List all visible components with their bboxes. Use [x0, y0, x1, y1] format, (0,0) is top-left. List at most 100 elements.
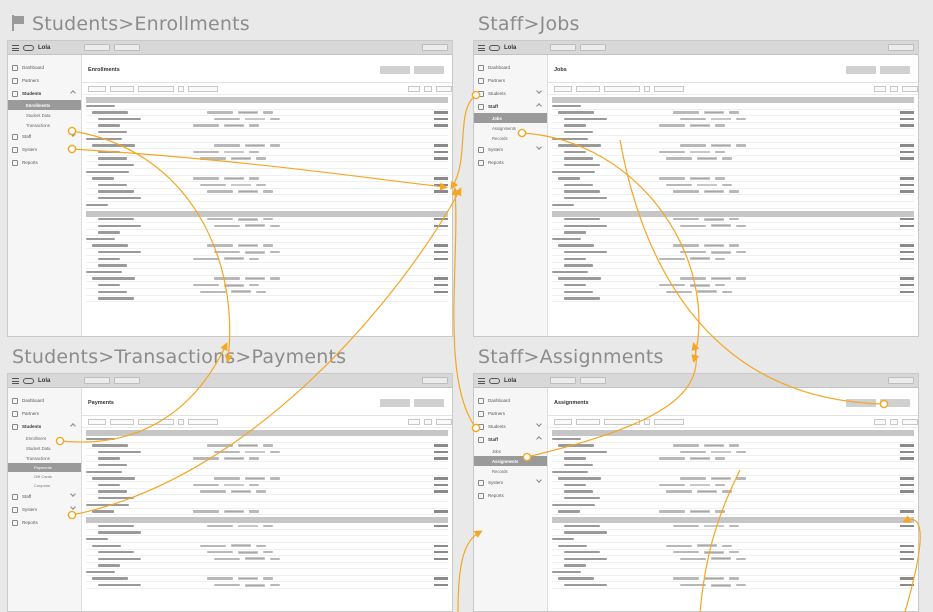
table-row[interactable]: [86, 129, 448, 136]
filter-control[interactable]: [576, 418, 600, 425]
sidebar-subitem-payments[interactable]: Payments: [8, 463, 81, 472]
table-row[interactable]: [86, 296, 448, 303]
table-row[interactable]: [552, 189, 914, 196]
table-row[interactable]: [552, 563, 914, 570]
table-row[interactable]: [86, 269, 448, 276]
filter-control[interactable]: [408, 85, 420, 92]
sidebar-item-partners[interactable]: Partners: [474, 74, 547, 87]
table-row[interactable]: [552, 495, 914, 502]
table-row[interactable]: [552, 129, 914, 136]
sidebar-item-students[interactable]: Students: [474, 87, 547, 100]
filter-control[interactable]: [436, 418, 452, 425]
topbar-button[interactable]: [114, 377, 141, 384]
menu-icon[interactable]: [478, 44, 485, 51]
table-row[interactable]: [552, 136, 914, 143]
sidebar-item-partners[interactable]: Partners: [8, 74, 81, 87]
table-row[interactable]: [552, 449, 914, 456]
table-row[interactable]: [552, 149, 914, 156]
filter-control[interactable]: [110, 418, 134, 425]
topbar-button[interactable]: [114, 44, 141, 51]
sidebar-item-students[interactable]: Students: [8, 87, 81, 100]
table-row[interactable]: [86, 156, 448, 163]
header-button[interactable]: [414, 399, 444, 407]
filter-control[interactable]: [408, 418, 420, 425]
header-button[interactable]: [846, 399, 876, 407]
table-row[interactable]: [86, 149, 448, 156]
filter-control[interactable]: [88, 85, 106, 92]
filter-control[interactable]: [178, 85, 184, 92]
table-row[interactable]: [552, 162, 914, 169]
table-row[interactable]: [552, 536, 914, 543]
table-row[interactable]: [552, 443, 914, 450]
table-row[interactable]: [86, 256, 448, 263]
table-row[interactable]: [552, 256, 914, 263]
sidebar-item-system[interactable]: System: [474, 143, 547, 156]
sidebar-subitem-records[interactable]: Records: [474, 133, 547, 143]
table-row[interactable]: [86, 289, 448, 296]
table-row[interactable]: [552, 223, 914, 230]
filter-control[interactable]: [874, 85, 886, 92]
table-row[interactable]: [86, 282, 448, 290]
table-row[interactable]: [86, 523, 448, 530]
filter-control[interactable]: [554, 85, 572, 92]
sidebar-subitem-gift-cards[interactable]: Gift Cards: [8, 472, 81, 481]
table-row[interactable]: [552, 436, 914, 443]
table-row[interactable]: [552, 556, 914, 563]
table-row[interactable]: [552, 123, 914, 130]
topbar-button[interactable]: [84, 377, 111, 384]
table-row[interactable]: [86, 236, 448, 243]
table-row[interactable]: [552, 569, 914, 576]
sidebar-item-reports[interactable]: Reports: [8, 156, 81, 169]
table-row[interactable]: [552, 576, 914, 583]
menu-icon[interactable]: [12, 44, 19, 51]
table-row[interactable]: [86, 569, 448, 576]
sidebar-item-system[interactable]: System: [474, 476, 547, 489]
sidebar-subitem-enrollments[interactable]: Enrollments: [8, 100, 81, 110]
sidebar-item-staff[interactable]: Staff: [8, 130, 81, 143]
table-row[interactable]: [86, 182, 448, 189]
header-button[interactable]: [846, 66, 876, 74]
filter-control[interactable]: [604, 418, 640, 425]
table-row[interactable]: [86, 217, 448, 224]
topbar-button[interactable]: [550, 377, 577, 384]
table-row[interactable]: [552, 289, 914, 296]
topbar-button[interactable]: [888, 377, 914, 384]
topbar-button[interactable]: [422, 377, 448, 384]
header-button[interactable]: [380, 66, 410, 74]
table-row[interactable]: [86, 530, 448, 537]
table-row[interactable]: [552, 103, 914, 110]
table-row[interactable]: [552, 249, 914, 257]
sidebar-item-system[interactable]: System: [8, 503, 81, 516]
table-row[interactable]: [552, 456, 914, 463]
header-button[interactable]: [880, 66, 910, 74]
table-row[interactable]: [552, 582, 914, 590]
sidebar-subitem-student-data[interactable]: Student Data: [8, 110, 81, 120]
topbar-button[interactable]: [422, 44, 448, 51]
table-row[interactable]: [86, 550, 448, 557]
filter-control[interactable]: [88, 418, 106, 425]
table-row[interactable]: [552, 296, 914, 303]
filter-control[interactable]: [890, 85, 898, 92]
table-row[interactable]: [552, 243, 914, 250]
table-row[interactable]: [552, 550, 914, 557]
filter-control[interactable]: [644, 85, 650, 92]
filter-control[interactable]: [188, 418, 218, 425]
sidebar-item-students[interactable]: Students: [8, 420, 81, 433]
sidebar-item-staff[interactable]: Staff: [474, 100, 547, 113]
filter-control[interactable]: [604, 85, 640, 92]
sidebar-item-dashboard[interactable]: Dashboard: [8, 61, 81, 74]
table-row[interactable]: [86, 162, 448, 169]
table-row[interactable]: [86, 136, 448, 143]
table-row[interactable]: [552, 462, 914, 469]
filter-control[interactable]: [424, 418, 432, 425]
table-row[interactable]: [86, 189, 448, 196]
table-row[interactable]: [552, 482, 914, 489]
table-row[interactable]: [552, 282, 914, 290]
table-row[interactable]: [86, 230, 448, 237]
table-row[interactable]: [552, 110, 914, 117]
table-row[interactable]: [86, 576, 448, 583]
table-row[interactable]: [552, 276, 914, 283]
table-row[interactable]: [552, 263, 914, 270]
table-row[interactable]: [552, 543, 914, 550]
table-row[interactable]: [552, 523, 914, 530]
